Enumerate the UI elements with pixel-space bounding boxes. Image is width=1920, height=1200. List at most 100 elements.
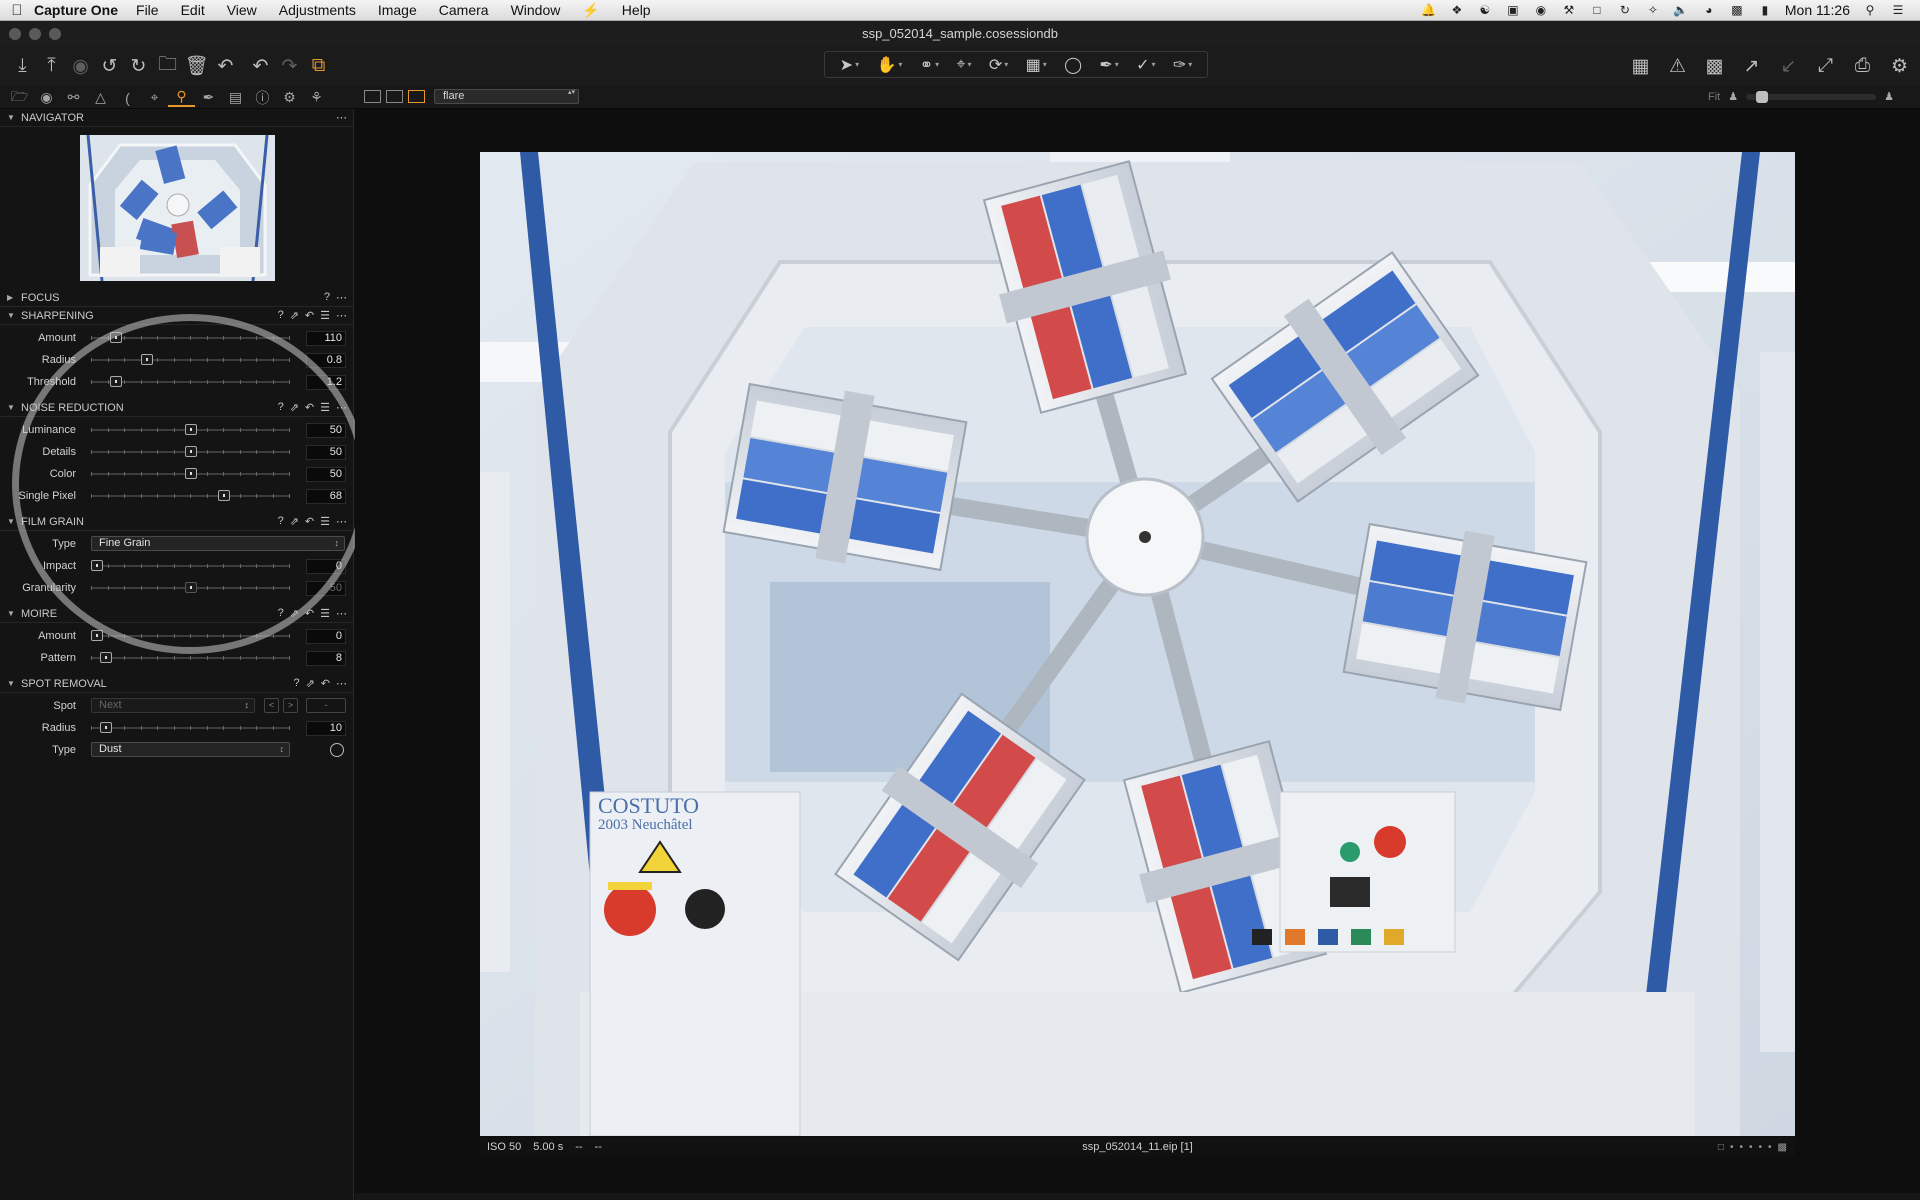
more-options-icon[interactable]: ⋯ [336,607,347,620]
bluetooth-icon[interactable]: ✧ [1645,3,1661,17]
app-menu[interactable]: Capture One [34,2,118,18]
spot-radius-value[interactable]: 10 [306,720,346,736]
rating-dot-icon[interactable]: • [1730,1142,1734,1153]
impact-value[interactable]: 0 [306,558,346,574]
lens-tab-icon[interactable]: ( [114,90,141,106]
undo-icon[interactable]: ↶ [246,52,275,80]
capture-tab-icon[interactable]: ◉ [33,89,60,106]
slider-knob[interactable] [91,630,103,641]
composition-tab-icon[interactable]: ⌖ [141,89,168,106]
zoom-fit-label[interactable]: Fit [1708,91,1720,103]
navigator-header[interactable]: ▼ NAVIGATOR ⋯ [0,109,353,127]
single-pixel-value[interactable]: 68 [306,488,346,504]
help-icon[interactable]: ? [278,607,284,620]
pick-white-balance-icon[interactable]: ✑ ▾ [1173,55,1192,75]
zoom-slider[interactable] [1746,90,1877,103]
menu-image[interactable]: Image [378,2,417,18]
local-adjustments-tab-icon[interactable]: ✒ [195,89,222,106]
zoom-slider-knob[interactable] [1756,90,1769,103]
full-screen-icon[interactable]: ⤢ [1811,52,1840,80]
reset-icon[interactable]: ↶ [321,677,330,690]
main-photo[interactable]: COSTUTO 2003 Neuchâtel [480,152,1795,1136]
copy-adjustments-icon[interactable]: ↗ [1737,52,1766,80]
help-icon[interactable]: ? [278,309,284,322]
collapse-triangle-icon[interactable]: ▼ [7,609,21,618]
color-value[interactable]: 50 [306,466,346,482]
granularity-slider[interactable] [91,582,290,593]
presets-icon[interactable]: ☰ [320,309,330,322]
menu-view[interactable]: View [227,2,257,18]
library-tab-icon[interactable]: 🗁 [6,86,33,110]
rotate-left-icon[interactable]: ↺ [95,52,124,80]
collapse-triangle-icon[interactable]: ▼ [7,113,21,122]
styles-select[interactable]: flare [434,89,579,104]
film-grain-header[interactable]: ▼ FILM GRAIN ? ⇗ ↶ ☰ ⋯ [0,513,353,531]
multi-view-icon[interactable] [364,90,381,103]
spot-circle-icon[interactable] [330,743,344,757]
single-pixel-slider[interactable] [91,490,290,501]
crop-icon[interactable]: ⌖ ▾ [956,56,971,74]
exposure-warning-icon[interactable]: ⚠ [1663,52,1692,80]
export-icon[interactable]: ⤒ [37,52,66,80]
slider-knob[interactable] [185,424,197,435]
moire-amount-value[interactable]: 0 [306,628,346,644]
slider-knob[interactable] [141,354,153,365]
menu-file[interactable]: File [136,2,159,18]
color-tag-icon[interactable]: ▩ [1778,1142,1787,1153]
more-options-icon[interactable]: ⋯ [336,515,347,528]
loupe-icon[interactable]: ⚭ ▾ [920,55,939,75]
grid-overlay-icon[interactable]: ▩ [1700,52,1729,80]
batch-tab-icon[interactable]: ⚘ [303,89,330,106]
menubar-clock[interactable]: Mon 11:26 [1785,2,1850,18]
noise-reduction-header[interactable]: ▼ NOISE REDUCTION ? ⇗ ↶ ☰ ⋯ [0,399,353,417]
keystone-grid-icon[interactable]: ▦ ▾ [1026,55,1047,75]
rating-dot-icon[interactable]: • [1759,1142,1763,1153]
menu-camera[interactable]: Camera [439,2,489,18]
spot-radius-slider[interactable] [91,722,290,733]
reset-icon[interactable]: ↶ [211,52,240,80]
select-cursor-icon[interactable]: ➤ ▾ [840,55,859,75]
reset-icon[interactable]: ↶ [305,401,314,414]
rating-dot-icon[interactable]: • [1749,1142,1753,1153]
slider-knob[interactable] [218,490,230,501]
adjustments-tab-icon[interactable]: ⚙ [276,89,303,106]
impact-slider[interactable] [91,560,290,571]
spot-select[interactable]: Next [91,698,255,713]
slider-knob[interactable] [91,560,103,571]
presets-icon[interactable]: ☰ [320,401,330,414]
copy-apply-icon[interactable]: ⧉ [304,52,333,80]
camera-status-icon[interactable]: ◉ [1533,3,1549,17]
copy-apply-icon[interactable]: ⇗ [290,401,299,414]
luminance-slider[interactable] [91,424,290,435]
presets-icon[interactable]: ☰ [320,515,330,528]
previous-spot-button[interactable]: < [264,698,279,713]
rotate-straighten-icon[interactable]: ⟳ ▾ [989,55,1008,75]
more-options-icon[interactable]: ⋯ [336,309,347,322]
copy-apply-icon[interactable]: ⇗ [290,309,299,322]
expand-triangle-icon[interactable]: ▶ [7,293,21,302]
menu-window[interactable]: Window [511,2,561,18]
collapse-triangle-icon[interactable]: ▼ [7,517,21,526]
settings-gear-icon[interactable]: ⚙ [1885,52,1914,80]
more-options-icon[interactable]: ⋯ [336,111,347,124]
sharpening-radius-slider[interactable] [91,354,290,365]
metadata-tab-icon[interactable]: ⓘ [249,88,276,108]
moire-amount-slider[interactable] [91,630,290,641]
slider-knob[interactable] [185,446,197,457]
slider-knob[interactable] [110,332,122,343]
move-to-folder-icon[interactable]: 🗀 [153,52,182,80]
collapse-triangle-icon[interactable]: ▼ [7,403,21,412]
print-icon[interactable]: ⎙ [1848,52,1877,80]
notification-center-icon[interactable]: ☰ [1890,3,1906,17]
rating-dot-icon[interactable]: • [1768,1142,1772,1153]
rating-box-icon[interactable]: □ [1718,1142,1724,1153]
sharpening-threshold-slider[interactable] [91,376,290,387]
film-grain-type-select[interactable]: Fine Grain [91,536,345,551]
color-tab-icon[interactable]: ⚯ [60,89,87,106]
help-icon[interactable]: ? [293,677,299,690]
presets-icon[interactable]: ☰ [320,607,330,620]
grid-layout-icon[interactable]: ▦ [1626,52,1655,80]
menu-script-icon[interactable]: ⚡ [582,2,599,19]
sharpening-amount-value[interactable]: 110 [306,330,346,346]
details-value[interactable]: 50 [306,444,346,460]
